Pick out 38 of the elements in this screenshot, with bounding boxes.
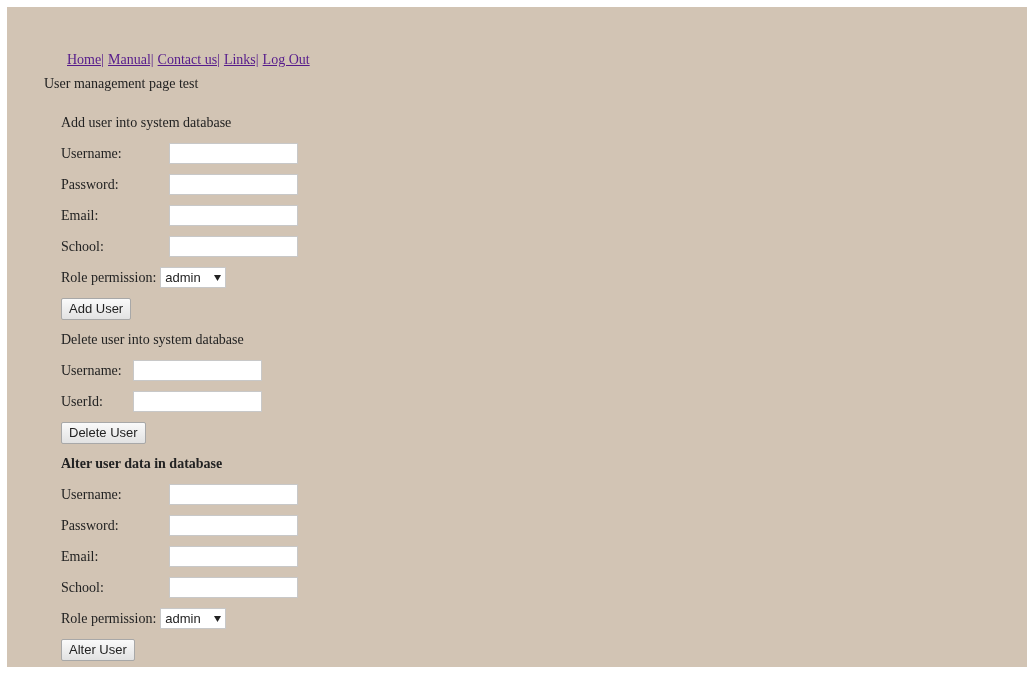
field-label: Role permission: <box>61 610 157 628</box>
input-field[interactable] <box>169 546 298 567</box>
field-label: Password: <box>61 176 120 194</box>
input-field[interactable] <box>169 236 298 257</box>
nav-link[interactable]: Home| <box>67 51 105 69</box>
field-label: Username: <box>61 362 123 380</box>
input-field[interactable] <box>169 577 298 598</box>
section-heading: Add user into system database <box>61 114 232 132</box>
role-dropdown[interactable]: admin <box>160 608 227 629</box>
submit-button[interactable]: Delete User <box>61 421 146 444</box>
field-label: Username: <box>61 486 123 504</box>
nav-link[interactable]: Links| <box>223 51 259 69</box>
nav-link[interactable]: Log Out <box>262 51 310 69</box>
caret-icon <box>214 615 222 622</box>
nav-link[interactable]: Manual| <box>108 51 154 69</box>
role-dropdown[interactable]: admin <box>160 267 227 288</box>
nav-link[interactable]: Contact us| <box>157 51 220 69</box>
submit-button[interactable]: Alter User <box>61 638 135 661</box>
field-label: Username: <box>61 145 123 163</box>
submit-button[interactable]: Add User <box>61 297 132 320</box>
page-title: User management page test <box>44 74 199 93</box>
input-field[interactable] <box>169 515 298 536</box>
section-heading: Delete user into system database <box>61 331 244 349</box>
field-label: Password: <box>61 517 120 535</box>
field-label: Email: <box>61 207 100 225</box>
field-label: School: <box>61 238 105 256</box>
input-field[interactable] <box>169 205 298 226</box>
field-label: UserId: <box>61 393 104 411</box>
input-field[interactable] <box>169 143 298 164</box>
field-label: Role permission: <box>61 269 157 287</box>
caret-icon <box>214 274 222 281</box>
field-label: Email: <box>61 548 100 566</box>
input-field[interactable] <box>133 391 262 412</box>
section-heading: Alter user data in database <box>61 455 223 473</box>
field-label: School: <box>61 579 105 597</box>
input-field[interactable] <box>133 360 262 381</box>
input-field[interactable] <box>169 174 298 195</box>
input-field[interactable] <box>169 484 298 505</box>
